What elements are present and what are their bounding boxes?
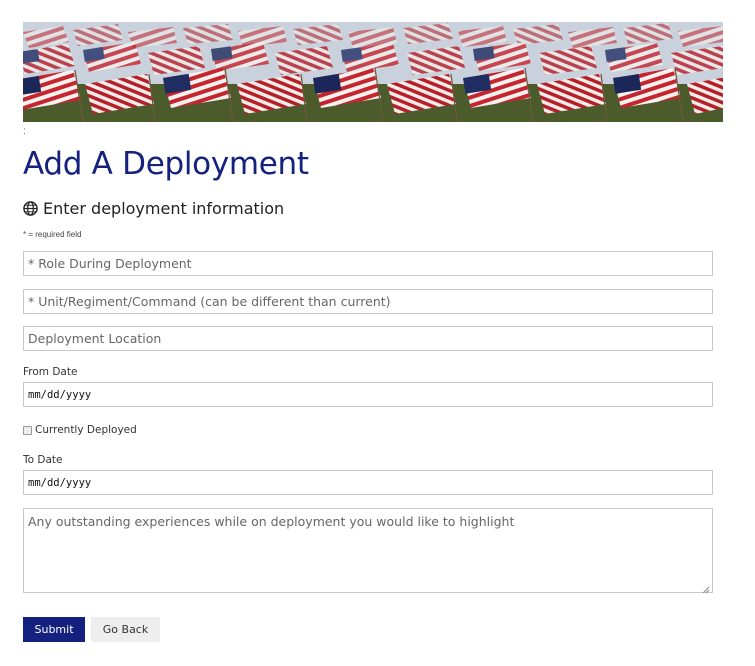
to-date-label: To Date [23, 454, 63, 466]
experiences-placeholder: Any outstanding experiences while on dep… [28, 514, 515, 529]
unit-input[interactable]: * Unit/Regiment/Command (can be differen… [23, 289, 713, 314]
section-header: Enter deployment information [23, 198, 723, 218]
resize-handle-icon[interactable] [702, 582, 710, 594]
page-title: Add A Deployment [23, 146, 309, 182]
go-back-button[interactable]: Go Back [91, 617, 160, 642]
role-placeholder: * Role During Deployment [28, 256, 192, 271]
required-field-note: * = required field [23, 230, 82, 239]
form-actions: Submit Go Back [23, 617, 723, 642]
from-date-input[interactable]: mm/dd/yyyy [23, 382, 713, 407]
stray-colon: : [23, 126, 26, 137]
deployment-form-page: : Add A Deployment Enter deployment info… [23, 22, 723, 642]
banner-image [23, 22, 723, 122]
role-input[interactable]: * Role During Deployment [23, 251, 713, 276]
currently-deployed-row: Currently Deployed [23, 424, 723, 436]
submit-button[interactable]: Submit [23, 617, 85, 642]
from-date-value: mm/dd/yyyy [28, 388, 92, 401]
to-date-value: mm/dd/yyyy [28, 476, 92, 489]
currently-deployed-checkbox[interactable] [23, 425, 32, 435]
flags-illustration [23, 22, 723, 122]
section-title: Enter deployment information [43, 198, 285, 218]
to-date-input[interactable]: mm/dd/yyyy [23, 470, 713, 495]
location-input[interactable]: Deployment Location [23, 326, 713, 351]
location-placeholder: Deployment Location [28, 331, 162, 346]
globe-icon [23, 200, 38, 216]
from-date-label: From Date [23, 366, 78, 378]
currently-deployed-label: Currently Deployed [35, 424, 137, 436]
unit-placeholder: * Unit/Regiment/Command (can be differen… [28, 294, 391, 309]
experiences-textarea[interactable]: Any outstanding experiences while on dep… [23, 508, 713, 594]
